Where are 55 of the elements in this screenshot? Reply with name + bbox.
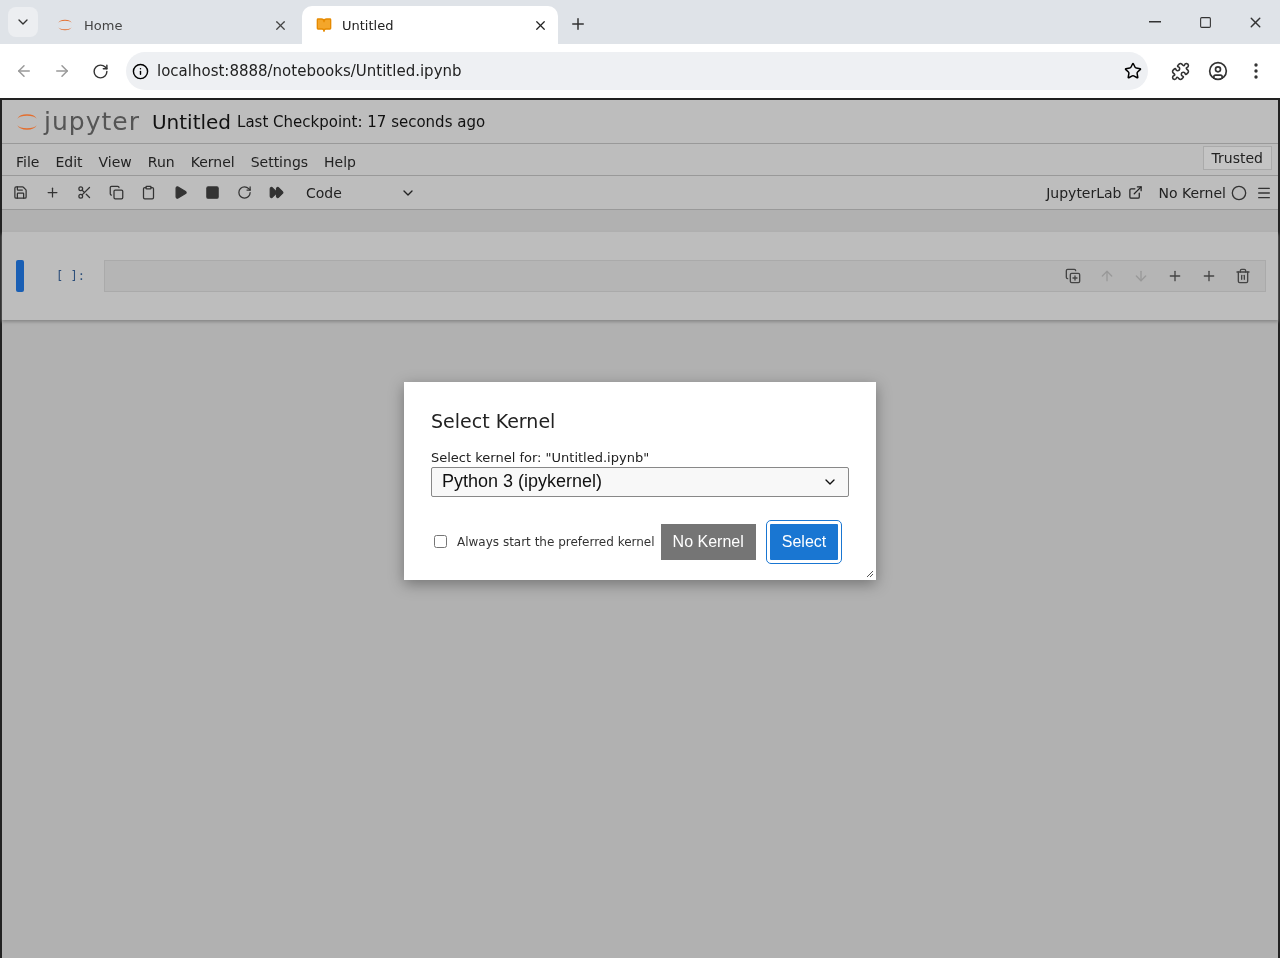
code-cell-editor[interactable] [104,260,1266,292]
play-icon [172,185,188,200]
forward-arrow-icon [53,62,71,80]
more-icon [1254,63,1258,79]
restart-icon [236,185,252,200]
cell-type-dropdown[interactable]: Code [306,184,416,201]
active-cell-marker [16,260,24,292]
notebook-icon [316,17,332,33]
info-icon [132,62,149,80]
paste-icon [140,185,156,200]
puzzle-icon [1170,61,1190,81]
notebook-title[interactable]: Untitled [151,109,232,134]
menu-item[interactable]: View [90,149,140,170]
menu-item[interactable]: Help [316,149,364,170]
kernel-status[interactable]: No Kernel [1158,184,1226,201]
plus-icon [569,15,587,33]
stop-icon [204,185,220,200]
jupyter-wordmark: jupyter [44,107,140,136]
address-bar[interactable]: localhost:8888/notebooks/Untitled.ipynb [126,52,1148,90]
no-kernel-button[interactable]: No Kernel [660,523,756,560]
copy-icon [108,185,124,200]
external-link-icon [1127,185,1143,200]
plus-icon [44,185,60,200]
cut-icon [76,185,92,200]
preferred-kernel-checkbox[interactable] [434,535,447,548]
trash-icon [1235,268,1251,284]
trusted-indicator[interactable]: Trusted [1202,145,1272,170]
tab-title: Untitled [342,17,395,33]
duplicate-icon [1065,268,1081,284]
url-text: localhost:8888/notebooks/Untitled.ipynb [157,62,463,80]
dialog-title: Select Kernel [431,409,557,432]
circle-icon [1231,184,1247,201]
minimize-icon [1149,21,1161,23]
reload-icon [91,62,109,80]
menu-item[interactable]: Run [139,149,183,170]
maximize-icon [1198,15,1212,29]
menu-item[interactable]: Edit [47,149,91,170]
profile-icon [1208,61,1228,81]
checkbox-label: Always start the preferred kernel [457,534,655,549]
jupyterlab-link[interactable]: JupyterLab [1040,183,1149,202]
select-label: Select kernel for: "Untitled.ipynb" [431,449,651,465]
fast-forward-icon [268,185,284,200]
kernel-select[interactable]: Python 3 (ipykernel) [431,466,849,497]
menu-item[interactable]: Settings [242,149,317,170]
tab-title: Home [84,17,124,33]
cell-prompt: [ ]: [56,269,86,283]
bookmark-star-icon[interactable] [1124,62,1142,80]
tab-list-button[interactable] [8,7,38,37]
menu-item[interactable]: Kernel [182,149,243,170]
resize-handle-icon[interactable] [866,569,874,578]
browser-tab[interactable]: Untitled [302,6,558,44]
save-icon [12,185,28,200]
menu-item[interactable]: File [8,149,48,170]
checkpoint-text: Last Checkpoint: 17 seconds ago [237,112,486,131]
browser-tab[interactable]: Home [42,6,298,44]
